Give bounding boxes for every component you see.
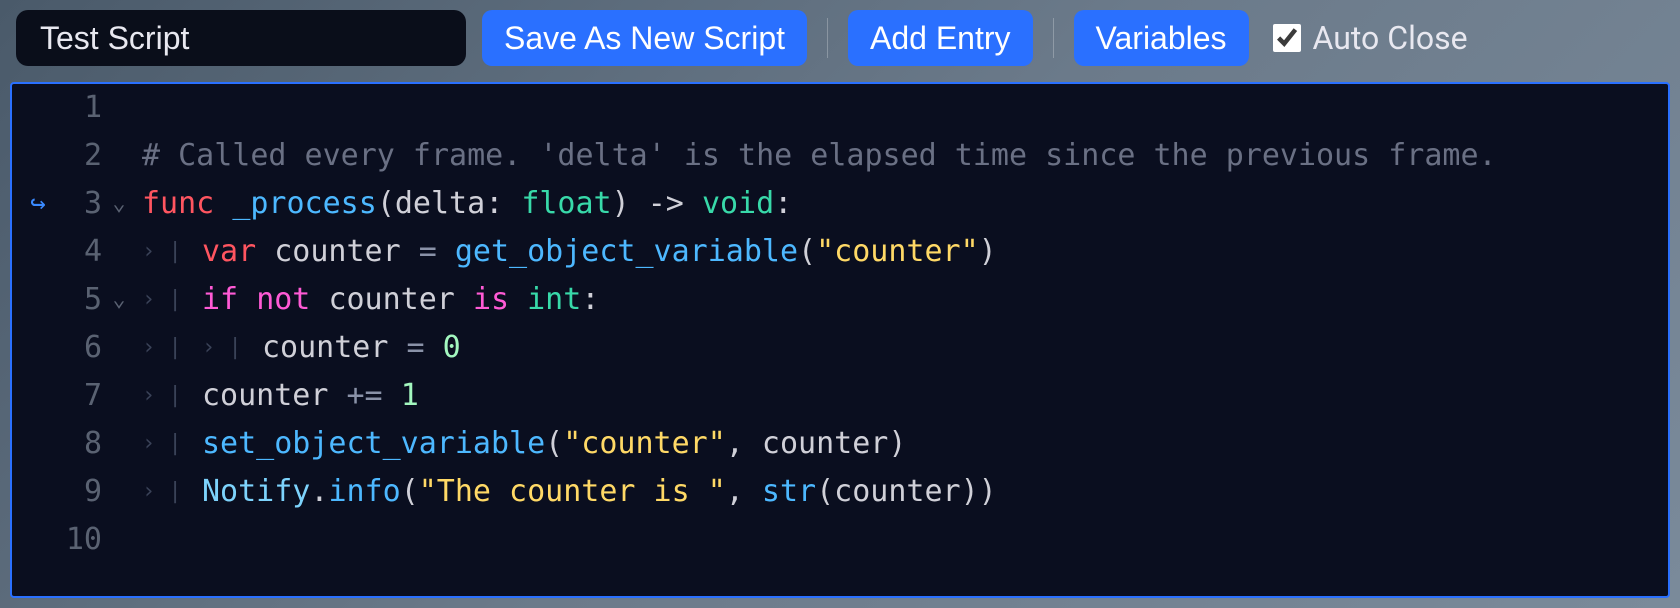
line-number: 9 (64, 468, 102, 516)
token: info (328, 474, 400, 509)
token: if (202, 282, 256, 317)
token: get_object_variable (455, 234, 798, 269)
code-line[interactable]: 7 › |counter += 1 (12, 372, 1668, 420)
token: counter (328, 282, 473, 317)
code-line[interactable]: 2 # Called every frame. 'delta' is the el… (12, 132, 1668, 180)
token: ) (888, 426, 906, 461)
token: void (702, 186, 774, 221)
token: func (142, 186, 232, 221)
toolbar: Save As New Script Add Entry Variables A… (0, 0, 1680, 76)
token: counter (762, 426, 888, 461)
token: str (762, 474, 816, 509)
token: counter (202, 378, 347, 413)
token: ) -> (612, 186, 702, 221)
auto-close-checkbox[interactable] (1273, 24, 1301, 52)
code-content[interactable]: › |› |counter = 0 (136, 324, 461, 373)
code-content[interactable]: › |if not counter is int: (136, 276, 599, 325)
fold-arrow-icon[interactable]: ⌄ (102, 276, 136, 324)
token: , (726, 474, 762, 509)
token: : (774, 186, 792, 221)
line-number: 7 (64, 372, 102, 420)
code-line[interactable]: 5⌄› |if not counter is int: (12, 276, 1668, 324)
token: # Called every frame. 'delta' is the ela… (142, 138, 1497, 173)
line-number: 1 (64, 84, 102, 132)
token: : (581, 282, 599, 317)
indent-guide-icon: › | (142, 324, 202, 372)
token: 0 (443, 330, 461, 365)
code-editor[interactable]: 12# Called every frame. 'delta' is the e… (10, 82, 1670, 598)
code-line[interactable]: 1 (12, 84, 1668, 132)
code-line[interactable]: 8 › |set_object_variable("counter", count… (12, 420, 1668, 468)
token: = (407, 330, 443, 365)
token: )) (961, 474, 997, 509)
add-entry-button[interactable]: Add Entry (848, 10, 1033, 66)
token: int (527, 282, 581, 317)
token: var (202, 234, 274, 269)
token: "counter" (816, 234, 979, 269)
code-content[interactable]: › |Notify.info("The counter is ", str(co… (136, 468, 997, 517)
indent-guide-icon: › | (202, 324, 262, 372)
token: ( (816, 474, 834, 509)
token: ) (979, 234, 997, 269)
token: ( (545, 426, 563, 461)
token: counter (262, 330, 407, 365)
token: _process (232, 186, 377, 221)
token: float (521, 186, 611, 221)
indent-guide-icon: › | (142, 276, 202, 324)
token: is (473, 282, 527, 317)
auto-close-text: Auto Close (1313, 19, 1468, 57)
gutter-icon: ↪ (12, 180, 64, 228)
code-content[interactable]: › |counter += 1 (136, 372, 419, 421)
code-content[interactable]: # Called every frame. 'delta' is the ela… (136, 132, 1497, 180)
indent-guide-icon: › | (142, 420, 202, 468)
variables-button[interactable]: Variables (1074, 10, 1249, 66)
save-as-new-script-button[interactable]: Save As New Script (482, 10, 807, 66)
indent-guide-icon: › | (142, 372, 202, 420)
line-number: 5 (64, 276, 102, 324)
code-line[interactable]: 6› |› |counter = 0 (12, 324, 1668, 372)
token: , (726, 426, 762, 461)
token: : (485, 186, 521, 221)
token: ( (377, 186, 395, 221)
code-content[interactable]: › |set_object_variable("counter", counte… (136, 420, 906, 469)
token: += (347, 378, 401, 413)
fold-arrow-icon[interactable]: ⌄ (102, 180, 136, 228)
token: counter (274, 234, 419, 269)
code-line[interactable]: ↪3⌄func _process(delta: float) -> void: (12, 180, 1668, 228)
token: . (310, 474, 328, 509)
line-number: 6 (64, 324, 102, 372)
token: set_object_variable (202, 426, 545, 461)
divider (827, 18, 828, 58)
divider (1053, 18, 1054, 58)
line-number: 2 (64, 132, 102, 180)
line-number: 8 (64, 420, 102, 468)
code-content[interactable]: › |var counter = get_object_variable("co… (136, 228, 997, 277)
indent-guide-icon: › | (142, 468, 202, 516)
token: 1 (401, 378, 419, 413)
line-number: 10 (64, 516, 102, 564)
code-content[interactable]: func _process(delta: float) -> void: (136, 180, 792, 228)
token: = (419, 234, 455, 269)
script-name-input[interactable] (16, 10, 466, 66)
code-line[interactable]: 9› |Notify.info("The counter is ", str(c… (12, 468, 1668, 516)
token: ( (401, 474, 419, 509)
token: counter (834, 474, 960, 509)
line-number: 3 (64, 180, 102, 228)
line-number: 4 (64, 228, 102, 276)
token: Notify (202, 474, 310, 509)
code-line[interactable]: 4 › |var counter = get_object_variable("c… (12, 228, 1668, 276)
token: "The counter is " (419, 474, 726, 509)
token: ( (798, 234, 816, 269)
auto-close-checkbox-label[interactable]: Auto Close (1273, 19, 1468, 57)
indent-guide-icon: › | (142, 228, 202, 276)
token: "counter" (563, 426, 726, 461)
token: not (256, 282, 328, 317)
token: delta (395, 186, 485, 221)
code-line[interactable]: 10 (12, 516, 1668, 564)
